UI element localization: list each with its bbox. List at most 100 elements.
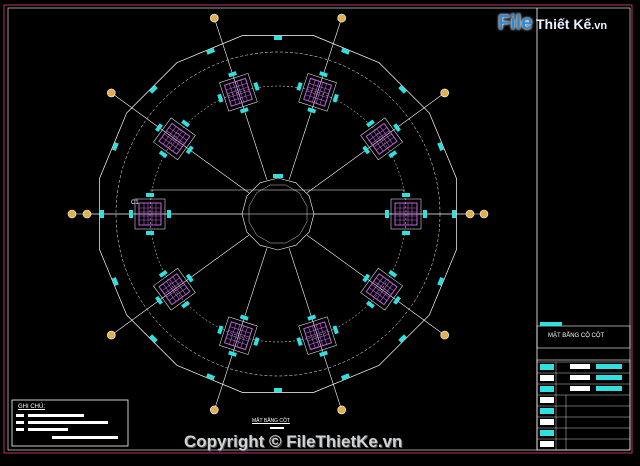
- dimension-tick: [332, 325, 339, 335]
- dimension-tick: [332, 93, 339, 103]
- title-block-cell: [596, 375, 622, 380]
- dimension-tick: [239, 314, 249, 321]
- dimension-tick: [129, 210, 133, 218]
- column-rebar: [373, 133, 392, 148]
- column-rebar: [373, 280, 392, 295]
- dimension-tick: [296, 337, 303, 346]
- column-rebar: [370, 133, 384, 152]
- dimension-tick: [319, 71, 328, 78]
- dimension-tick: [296, 82, 303, 91]
- logo-name: Thiết Kế: [536, 16, 592, 32]
- column-rebar: [166, 281, 180, 300]
- ring-dimension-tick: [274, 388, 282, 392]
- column-rebar: [376, 136, 395, 151]
- column-rebar: [379, 283, 394, 302]
- column-rebar: [373, 278, 387, 298]
- axis-bubble: [107, 330, 116, 340]
- plan-title-bar: [270, 427, 284, 429]
- title-block-cell: [570, 386, 590, 391]
- column-label: C1: [131, 200, 139, 206]
- dimension-tick: [253, 337, 260, 346]
- axis-bubble: [67, 209, 77, 219]
- cad-drawing-sheet: C1 File Thiết Kế.vn GHI CHÚ: MẶT BẰNG CỘ…: [0, 0, 640, 466]
- column-rebar: [376, 128, 390, 147]
- logo-rest-text: Thiết Kế.vn: [536, 16, 607, 32]
- column-rebar: [370, 276, 384, 295]
- logo-tld: .vn: [591, 20, 608, 32]
- plan-title: MẶT BẰNG CỘT: [252, 418, 290, 424]
- dimension-tick: [307, 107, 317, 114]
- dimension-tick: [423, 210, 427, 218]
- logo-file-text: File: [498, 12, 533, 34]
- dimension-tick: [402, 193, 410, 197]
- dimension-tick: [146, 193, 154, 197]
- column-rebar: [376, 277, 395, 292]
- title-block-cell: [540, 419, 554, 425]
- radial-axis-line: [114, 234, 250, 333]
- column-rebar: [162, 126, 177, 145]
- ring-dimension-tick: [452, 210, 456, 218]
- title-block-cells: [536, 359, 631, 451]
- title-block-title: MẶT BẰNG CỘ CỘT: [548, 333, 605, 339]
- axis-bubble: [479, 209, 489, 219]
- dimension-tick: [385, 210, 389, 218]
- title-block-cell: [540, 397, 554, 403]
- ring-dimension-tick: [274, 36, 282, 40]
- dimension-tick: [307, 314, 317, 321]
- axis-bubble: [465, 209, 475, 219]
- title-block-cell: [540, 386, 554, 392]
- dimension-tick: [146, 231, 154, 235]
- sheet-frame: [3, 4, 633, 454]
- column-rebar: [168, 127, 188, 141]
- dimension-tick: [217, 325, 224, 335]
- watermark-logo: File Thiết Kế.vn: [498, 10, 618, 38]
- axis-bubble: [107, 88, 116, 98]
- center-marker: [273, 174, 283, 178]
- axis-bubble: [337, 13, 347, 23]
- title-block-cell: [540, 408, 554, 414]
- column-rebar: [373, 130, 387, 150]
- title-block-grid: [537, 361, 630, 450]
- copyright-watermark: Copyright © FileThietKe.vn: [184, 432, 403, 451]
- title-block-cell: [570, 375, 590, 380]
- cad-canvas: C1: [3, 4, 633, 454]
- axis-bubble: [210, 405, 219, 415]
- column-rebar: [166, 284, 185, 298]
- column-rebar: [172, 276, 186, 295]
- column-rebar: [161, 136, 180, 151]
- dimension-tick: [239, 107, 249, 114]
- column-rebar: [161, 277, 180, 292]
- dimension-tick: [228, 350, 237, 357]
- title-block-cell: [596, 386, 622, 391]
- column-rebar: [376, 281, 390, 300]
- radial-axis-line: [114, 95, 250, 194]
- notes-lines: [16, 414, 118, 439]
- axis-bubble: [440, 330, 450, 340]
- axis-bubble: [440, 88, 450, 98]
- title-block-cell: [540, 430, 554, 436]
- title-block-cell: [540, 375, 554, 381]
- title-block-cell: [570, 364, 590, 369]
- column-rebar: [371, 130, 390, 144]
- column-rebar: [379, 126, 394, 145]
- column-rebar: [166, 128, 180, 147]
- column-rebar: [169, 278, 183, 298]
- column-rebar: [164, 133, 183, 148]
- column-rebar: [368, 287, 388, 301]
- dimension-tick: [228, 71, 237, 78]
- dimension-tick: [319, 350, 328, 357]
- radial-axis-line: [306, 95, 442, 194]
- column-rebar: [169, 130, 183, 150]
- notes-title: GHI CHÚ:: [18, 404, 45, 410]
- column-rebar: [172, 133, 186, 152]
- title-block-cell: [540, 364, 554, 370]
- title-block-cell: [596, 364, 622, 369]
- column-rebar: [166, 130, 185, 144]
- column-rebar: [371, 284, 390, 298]
- column-rebar: [368, 127, 388, 141]
- axis-bubble: [337, 405, 347, 415]
- ring-dimension-tick: [100, 210, 104, 218]
- dimension-tick: [167, 210, 171, 218]
- axis-bubble: [210, 13, 219, 23]
- dimension-tick: [402, 231, 410, 235]
